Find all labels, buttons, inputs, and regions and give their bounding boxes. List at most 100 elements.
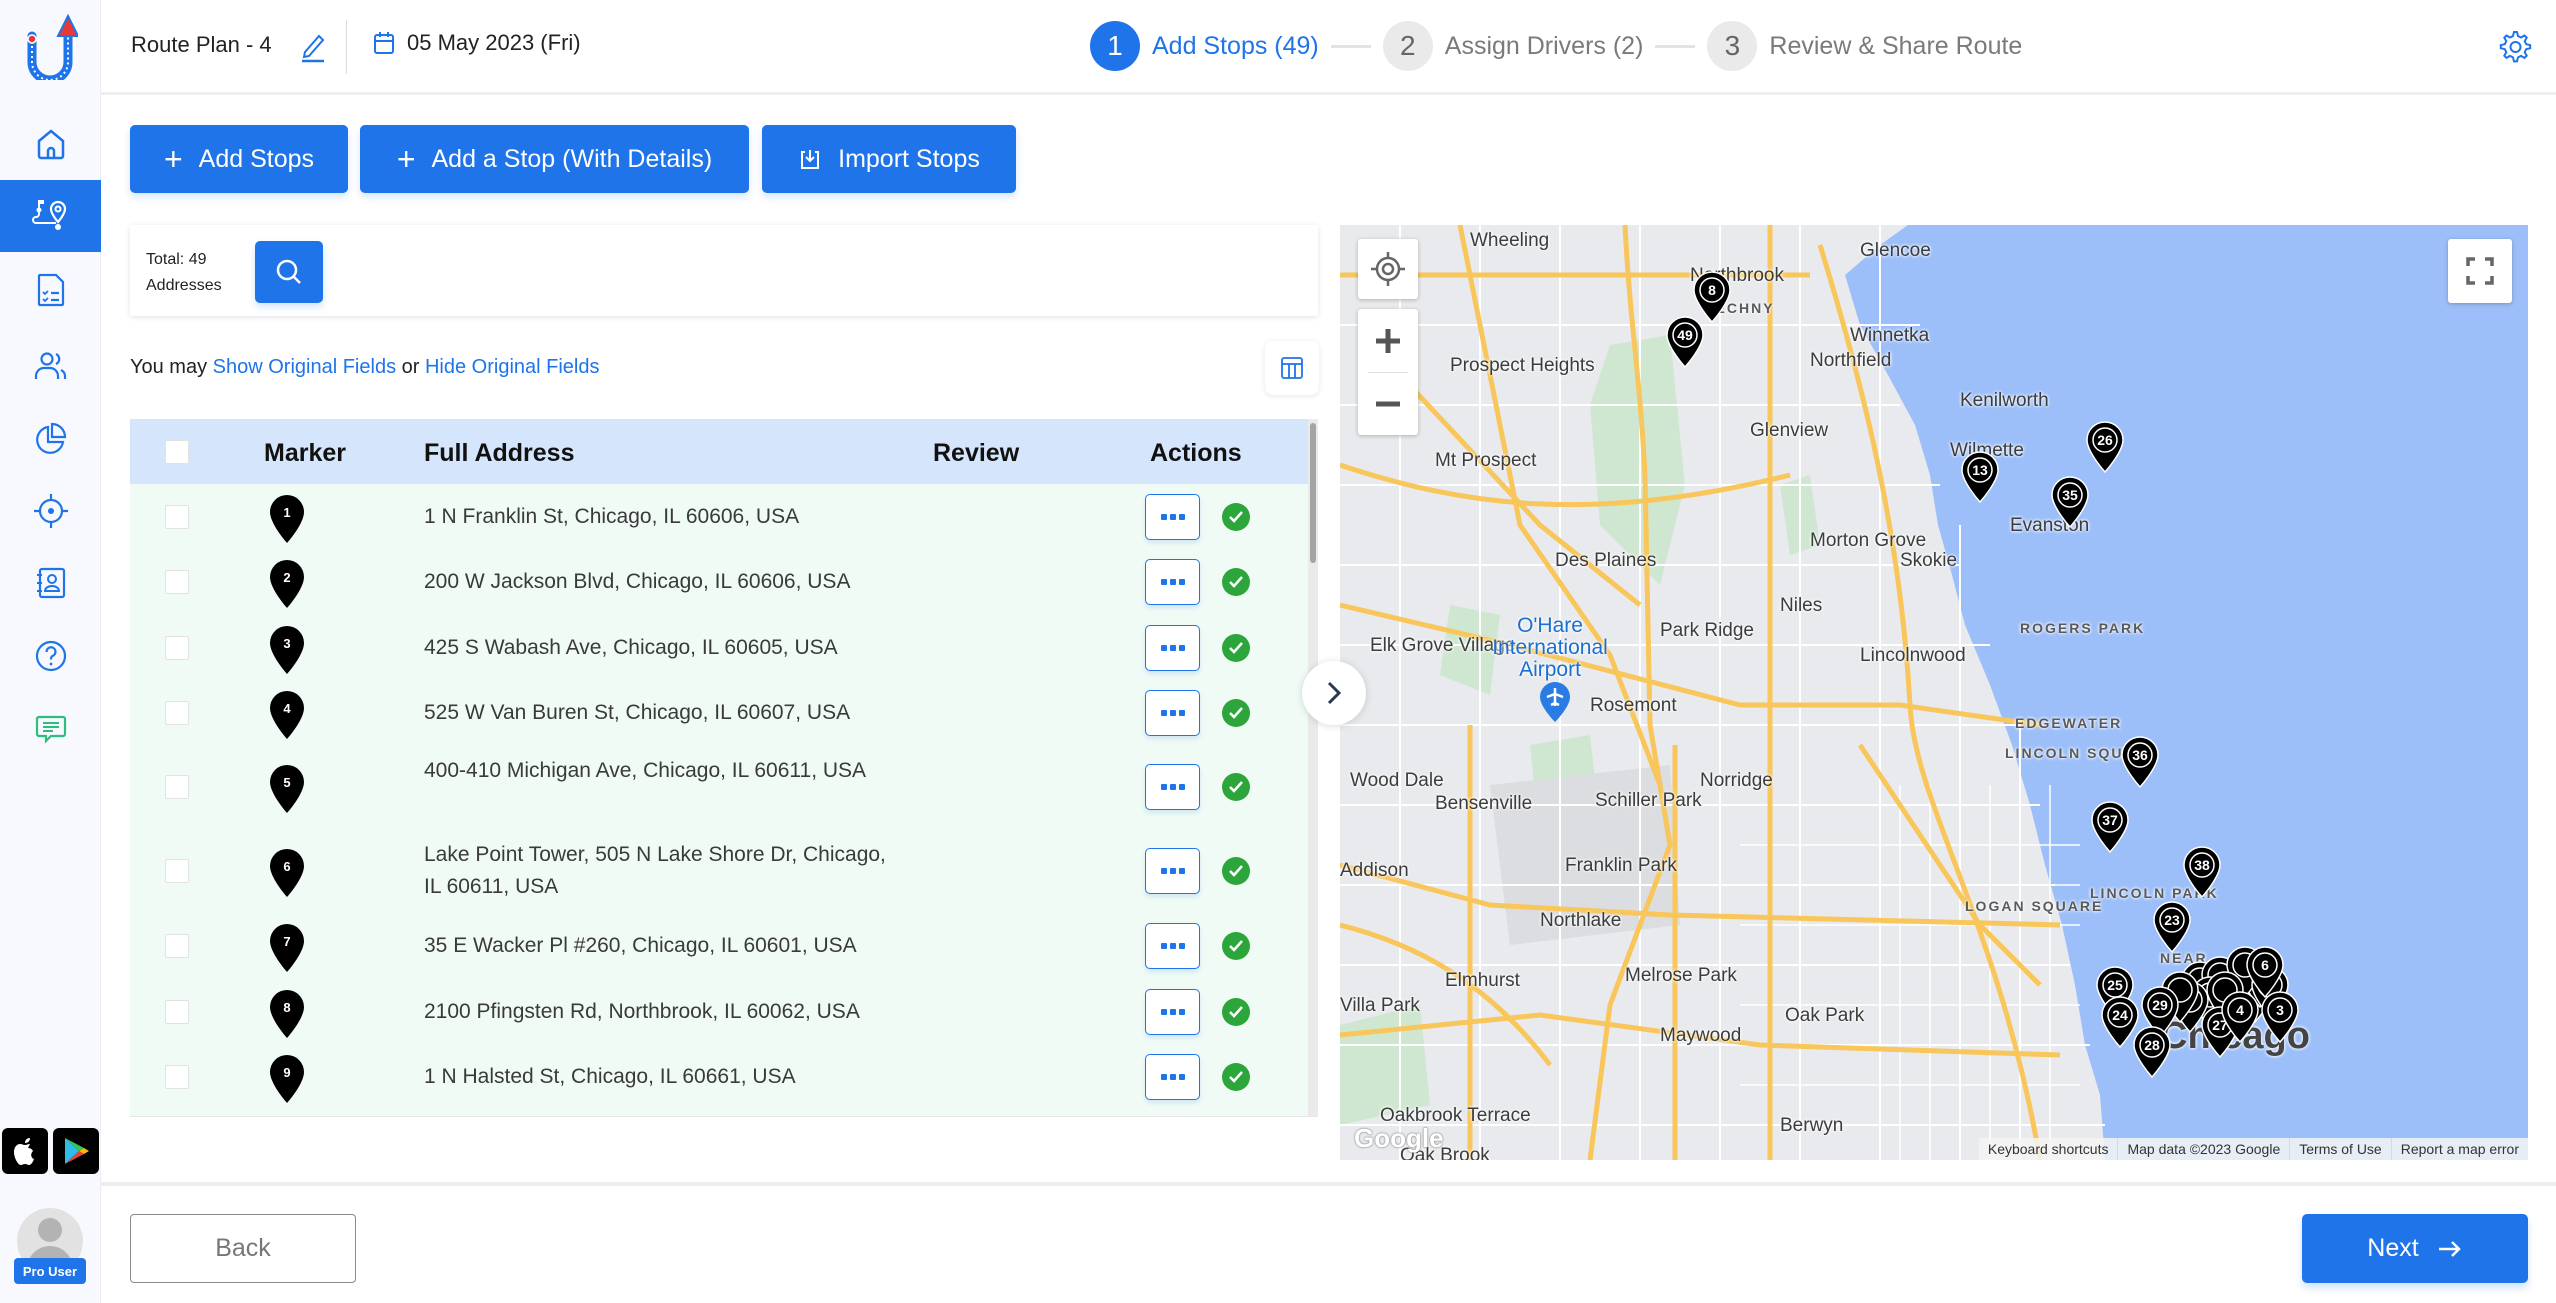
add-stop-with-details-button[interactable]: + Add a Stop (With Details) (360, 125, 749, 193)
table-scrollbar[interactable] (1308, 419, 1318, 1116)
row-address: 1 N Franklin St, Chicago, IL 60606, USA (424, 504, 800, 528)
hide-original-fields-link[interactable]: Hide Original Fields (425, 356, 600, 378)
marker-pin-icon: 5 (270, 765, 304, 813)
row-checkbox[interactable] (165, 934, 189, 958)
map-marker[interactable]: 23 (2152, 900, 2192, 954)
table-row[interactable]: 6 Lake Point Tower, 505 N Lake Shore Dr, … (130, 829, 1308, 913)
show-original-fields-link[interactable]: Show Original Fields (213, 356, 396, 378)
row-more-actions-button[interactable] (1145, 848, 1200, 894)
map-marker[interactable]: 13 (1960, 450, 2000, 504)
row-more-actions-button[interactable] (1145, 689, 1200, 736)
select-all-checkbox[interactable] (165, 440, 189, 464)
table-row[interactable]: 3 425 S Wabash Ave, Chicago, IL 60605, US… (130, 615, 1308, 680)
report-map-error-link[interactable]: Report a map error (2390, 1138, 2528, 1160)
table-row[interactable]: 5 400-410 Michigan Ave, Chicago, IL 60611… (130, 745, 1308, 829)
step-assign-drivers[interactable]: 2 Assign Drivers (2) (1382, 21, 1643, 71)
step-review-share[interactable]: 3 Review & Share Route (1707, 21, 2022, 71)
sidebar-item-analytics[interactable] (0, 403, 101, 475)
map-label-morton-grove: Morton Grove (1810, 530, 1927, 551)
terms-of-use-link[interactable]: Terms of Use (2289, 1138, 2390, 1160)
total-label: Addresses (146, 277, 222, 294)
apple-icon (14, 1138, 34, 1165)
row-more-actions-button[interactable] (1145, 988, 1200, 1035)
map-marker[interactable]: 26 (2085, 420, 2125, 474)
table-columns-icon (1281, 357, 1303, 379)
row-more-actions-button[interactable] (1145, 764, 1200, 810)
sidebar-item-help[interactable] (0, 620, 101, 692)
map-marker[interactable]: 28 (2132, 1025, 2172, 1079)
apple-app-store-button[interactable] (2, 1128, 48, 1174)
sidebar-item-route-planner[interactable] (0, 180, 101, 252)
map-marker-number: 25 (2107, 977, 2123, 993)
sidebar-item-live-tracking[interactable] (0, 475, 101, 547)
map-pin-icon: 23 (2153, 901, 2191, 954)
sidebar-item-drivers[interactable] (0, 330, 101, 402)
sidebar-item-reports[interactable] (0, 254, 101, 326)
table-row[interactable]: 1 1 N Franklin St, Chicago, IL 60606, USA (130, 484, 1308, 549)
keyboard-shortcuts-link[interactable]: Keyboard shortcuts (1979, 1138, 2118, 1160)
row-checkbox[interactable] (165, 1064, 189, 1089)
header-divider (346, 20, 347, 74)
row-more-actions-button[interactable] (1145, 493, 1200, 540)
column-header-marker[interactable]: Marker (264, 439, 346, 468)
route-map[interactable]: Wheeling Northbrook TECHNY Glencoe Winnetka N… (1340, 225, 2528, 1160)
marker-number: 2 (283, 570, 290, 585)
table-row[interactable]: 4 525 W Van Buren St, Chicago, IL 60607, … (130, 680, 1308, 745)
table-row[interactable]: 8 2100 Pfingsten Rd, Northbrook, IL 60062… (130, 979, 1308, 1044)
my-location-button[interactable] (1358, 239, 1418, 299)
verified-check-icon (1222, 997, 1250, 1026)
map-label-kenilworth: Kenilworth (1960, 390, 2049, 411)
search-button[interactable] (255, 241, 323, 303)
row-checkbox[interactable] (165, 504, 189, 529)
zoom-out-button[interactable] (1358, 373, 1418, 435)
map-pin-icon: 38 (2183, 846, 2221, 899)
row-checkbox[interactable] (165, 859, 189, 883)
table-row[interactable]: 2 200 W Jackson Blvd, Chicago, IL 60606, … (130, 549, 1308, 615)
row-checkbox[interactable] (165, 700, 189, 725)
row-checkbox[interactable] (165, 775, 189, 799)
sidebar-item-home[interactable] (0, 108, 101, 180)
column-header-review[interactable]: Review (933, 439, 1019, 468)
map-marker[interactable]: 38 (2182, 845, 2222, 899)
row-checkbox[interactable] (165, 635, 189, 660)
settings-gear-icon[interactable] (2496, 28, 2532, 66)
next-button[interactable]: Next (2302, 1214, 2528, 1283)
zoom-in-button[interactable] (1358, 309, 1418, 372)
row-more-actions-button[interactable] (1145, 923, 1200, 969)
dot (1160, 513, 1167, 520)
button-label: Import Stops (838, 144, 980, 173)
edit-pencil-icon[interactable] (297, 28, 329, 64)
row-more-actions-button[interactable] (1145, 1053, 1200, 1100)
row-checkbox[interactable] (165, 570, 189, 594)
table-row[interactable]: 9 1 N Halsted St, Chicago, IL 60661, USA (130, 1044, 1308, 1109)
import-stops-button[interactable]: Import Stops (762, 125, 1016, 193)
map-marker[interactable]: 35 (2050, 475, 2090, 529)
toggle-map-panel-button[interactable] (1302, 661, 1366, 725)
table-row[interactable]: 7 35 E Wacker Pl #260, Chicago, IL 60601,… (130, 913, 1308, 979)
sidebar-item-contacts[interactable] (0, 547, 101, 619)
user-profile[interactable]: Pro User (10, 1208, 90, 1288)
column-header-address[interactable]: Full Address (424, 439, 575, 468)
row-more-actions-button[interactable] (1145, 559, 1200, 605)
marker-pin-icon: 6 (270, 849, 304, 897)
back-button[interactable]: Back (130, 1214, 356, 1283)
marker-pin-icon: 7 (270, 924, 304, 972)
map-marker[interactable]: 6 (2245, 945, 2285, 999)
app-logo[interactable] (22, 14, 78, 80)
add-stops-button[interactable]: + Add Stops (130, 125, 348, 193)
map-marker[interactable]: 36 (2120, 735, 2160, 789)
map-marker[interactable]: 37 (2090, 800, 2130, 854)
search-icon (276, 259, 301, 284)
scrollbar-thumb[interactable] (1310, 423, 1316, 563)
date-picker[interactable]: 05 May 2023 (Fri) (373, 30, 581, 56)
step-add-stops[interactable]: 1 Add Stops (49) (1090, 21, 1319, 71)
map-label-bensenville: Bensenville (1435, 793, 1533, 814)
map-marker[interactable]: 49 (1665, 315, 1705, 369)
google-play-button[interactable] (53, 1128, 99, 1174)
row-more-actions-button[interactable] (1145, 624, 1200, 671)
column-layout-button[interactable] (1265, 341, 1319, 395)
sidebar-item-chat[interactable] (0, 693, 101, 765)
row-checkbox[interactable] (165, 999, 189, 1024)
google-logo[interactable]: Google (1354, 1123, 1444, 1154)
fullscreen-button[interactable] (2448, 239, 2512, 303)
